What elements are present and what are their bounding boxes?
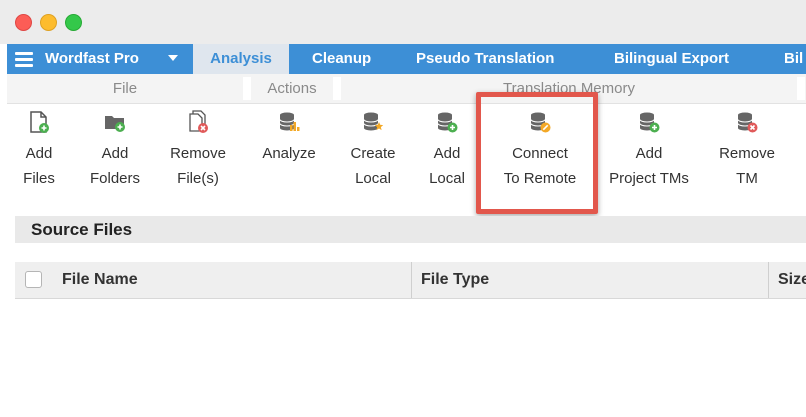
remove-files-button[interactable]: Remove File(s) (163, 103, 233, 191)
create-local-tm-button[interactable]: Create Local (343, 103, 403, 191)
tab-pseudo-translation[interactable]: Pseudo Translation (416, 44, 554, 74)
group-divider (797, 77, 805, 100)
add-project-tms-label-line1: Add (635, 145, 663, 162)
column-divider[interactable] (411, 262, 412, 298)
group-divider (333, 77, 341, 100)
select-all-checkbox[interactable] (25, 271, 42, 288)
remove-tm-button[interactable]: Remove TM (712, 103, 782, 191)
chevron-down-icon (168, 55, 178, 61)
add-local-tm-button[interactable]: Add Local (422, 103, 472, 191)
column-header-file-name[interactable]: File Name (62, 262, 138, 298)
group-divider (243, 77, 251, 100)
source-files-header: Source Files (15, 216, 806, 243)
remove-file-icon (189, 110, 208, 133)
add-folders-label-line2: Folders (89, 170, 141, 187)
tab-bilingual-overflow[interactable]: Bil (784, 44, 803, 74)
ribbon-group-labels: File Actions Translation Memory (7, 74, 806, 104)
group-label-file: File (112, 80, 138, 97)
add-project-tms-label-line2: Project TMs (609, 170, 689, 187)
add-local-tm-icon (437, 112, 458, 133)
column-header-size[interactable]: Size (778, 262, 806, 298)
add-project-tm-icon (639, 112, 660, 133)
group-label-actions: Actions (267, 80, 317, 97)
add-folders-label-line1: Add (101, 145, 129, 162)
remove-files-label-line2: File(s) (177, 170, 219, 187)
window-titlebar (0, 0, 806, 44)
column-divider[interactable] (768, 262, 769, 298)
create-local-label-line2: Local (355, 170, 391, 187)
column-header-file-type[interactable]: File Type (421, 262, 489, 298)
minimize-window-button[interactable] (40, 14, 57, 31)
source-files-table-header: File Name File Type Size (15, 262, 806, 299)
analyze-button[interactable]: Analyze (254, 103, 324, 166)
remove-tm-icon (737, 112, 758, 133)
add-files-button[interactable]: Add Files (13, 103, 65, 191)
add-files-label-line1: Add (25, 145, 53, 162)
ribbon-tab-bar: Wordfast Pro Analysis Cleanup Pseudo Tra… (7, 44, 806, 74)
add-local-label-line1: Add (433, 145, 461, 162)
source-files-title: Source Files (31, 220, 133, 239)
add-file-icon (30, 111, 49, 133)
source-files-table-body[interactable] (15, 299, 806, 417)
add-files-label-line2: Files (23, 170, 55, 187)
analyze-icon (279, 112, 300, 131)
add-folder-icon (105, 116, 125, 132)
remove-files-label-line1: Remove (170, 145, 226, 162)
add-local-label-line2: Local (429, 170, 465, 187)
close-window-button[interactable] (15, 14, 32, 31)
remove-tm-label-line2: TM (736, 170, 758, 187)
tab-analysis[interactable]: Analysis (193, 44, 289, 74)
zoom-window-button[interactable] (65, 14, 82, 31)
remove-tm-label-line1: Remove (719, 145, 775, 162)
hamburger-menu-icon (15, 52, 33, 67)
create-local-tm-icon (363, 112, 384, 131)
app-menu-button[interactable]: Wordfast Pro (7, 44, 193, 74)
tab-bilingual-export[interactable]: Bilingual Export (614, 44, 729, 74)
app-menu-label: Wordfast Pro (45, 50, 139, 67)
analyze-label: Analyze (262, 145, 316, 162)
create-local-label-line1: Create (350, 145, 396, 162)
tab-cleanup[interactable]: Cleanup (312, 44, 371, 74)
highlight-callout-box (476, 92, 598, 214)
add-project-tms-button[interactable]: Add Project TMs (601, 103, 697, 191)
ribbon-toolbar: Add Files Add Folders Remove File(s) Ana… (7, 103, 806, 208)
add-folders-button[interactable]: Add Folders (81, 103, 149, 191)
